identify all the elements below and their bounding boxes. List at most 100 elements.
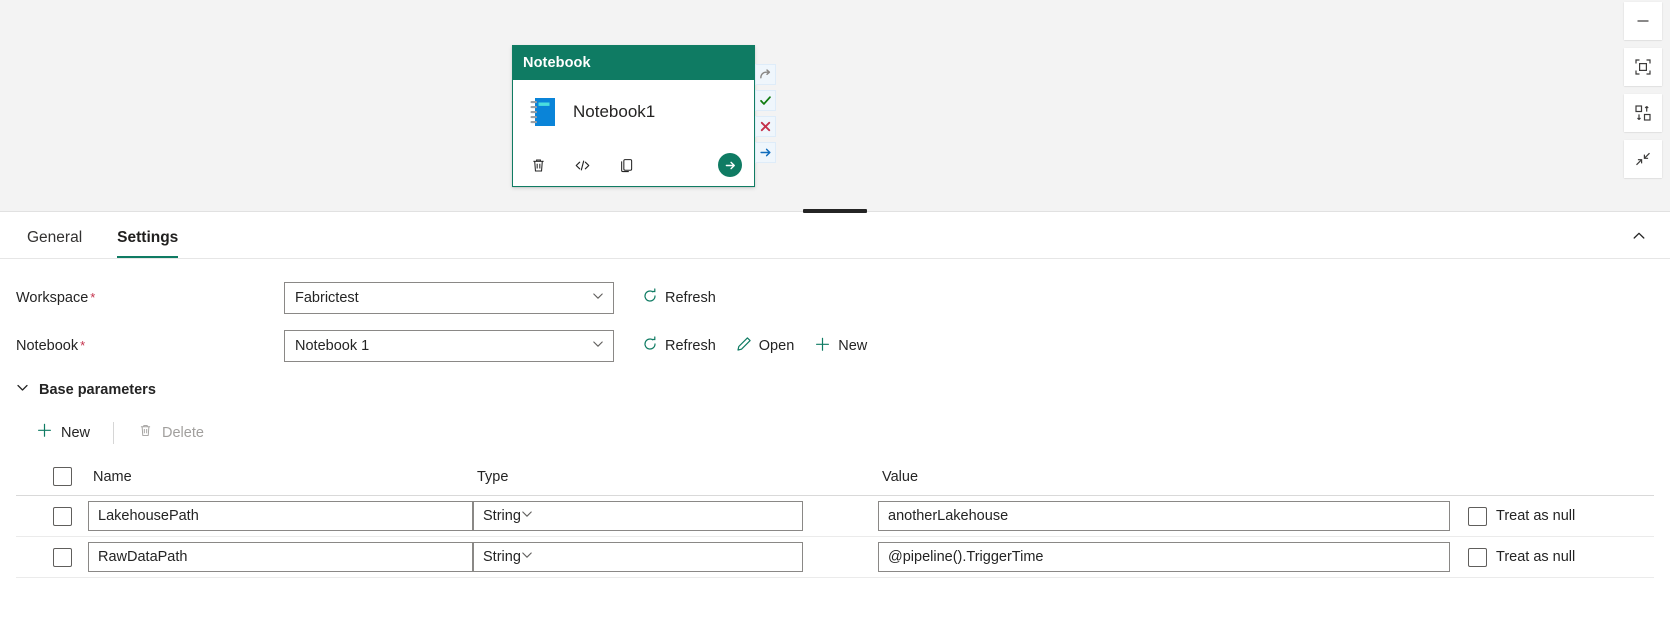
treat-as-null-label: Treat as null	[1496, 508, 1575, 524]
base-parameters-title: Base parameters	[39, 382, 156, 398]
table-row: String Treat as null	[16, 496, 1654, 537]
parameter-type-dropdown[interactable]: String	[473, 542, 803, 572]
row-select-checkbox[interactable]	[53, 507, 72, 526]
pencil-icon	[736, 336, 752, 356]
plus-icon	[814, 336, 831, 357]
refresh-icon	[642, 336, 658, 356]
workspace-label: Workspace*	[16, 290, 284, 306]
activity-type-label: Notebook	[523, 55, 591, 71]
row-null-cell: Treat as null	[1468, 548, 1654, 567]
notebook-icon	[527, 95, 559, 129]
refresh-workspace-label: Refresh	[665, 290, 716, 306]
select-all-checkbox[interactable]	[53, 467, 72, 486]
treat-as-null-checkbox[interactable]	[1468, 507, 1487, 526]
row-null-cell: Treat as null	[1468, 507, 1654, 526]
delete-parameter-label: Delete	[162, 425, 204, 441]
workspace-selected-value: Fabrictest	[295, 290, 359, 306]
treat-as-null-label: Treat as null	[1496, 549, 1575, 565]
base-parameters-table: Name Type Value String	[0, 458, 1670, 578]
workspace-field-row: Workspace* Fabrictest	[16, 281, 1654, 315]
required-marker: *	[90, 290, 95, 305]
chevron-down-icon	[521, 508, 533, 524]
base-parameters-commandbar: New Delete	[0, 399, 1670, 450]
activity-body: Notebook1	[513, 80, 754, 144]
treat-as-null-checkbox[interactable]	[1468, 548, 1487, 567]
notebook-actions: Refresh Open	[634, 331, 875, 362]
row-type-cell: String	[473, 501, 878, 531]
row-type-cell: String	[473, 542, 878, 572]
activity-output-connectors	[755, 64, 776, 163]
required-marker: *	[80, 338, 85, 353]
activity-type-header: Notebook	[513, 46, 754, 80]
base-parameters-section-header[interactable]: Base parameters	[0, 377, 1670, 399]
parameter-type-value: String	[483, 549, 521, 565]
auto-layout-button[interactable]	[1624, 94, 1662, 132]
column-header-value: Value	[878, 468, 1468, 486]
delete-parameter-button[interactable]: Delete	[125, 415, 216, 450]
row-select-checkbox[interactable]	[53, 548, 72, 567]
parameter-type-dropdown[interactable]: String	[473, 501, 803, 531]
column-header-type: Type	[473, 468, 878, 486]
parameter-name-input[interactable]	[88, 501, 473, 531]
refresh-workspace-button[interactable]: Refresh	[634, 283, 724, 313]
row-name-cell	[88, 542, 473, 572]
canvas-toolbar	[1624, 2, 1662, 178]
zoom-out-button[interactable]	[1624, 2, 1662, 40]
notebook-selected-value: Notebook 1	[295, 338, 369, 354]
run-activity-button[interactable]	[718, 153, 742, 177]
parameter-value-input[interactable]	[878, 542, 1450, 572]
table-row: String Treat as null	[16, 537, 1654, 578]
connector-success[interactable]	[755, 90, 776, 111]
new-parameter-button[interactable]: New	[24, 415, 102, 450]
notebook-dropdown[interactable]: Notebook 1	[284, 330, 614, 362]
row-value-cell	[878, 542, 1468, 572]
column-header-name: Name	[88, 468, 473, 486]
zoom-to-fit-button[interactable]	[1624, 48, 1662, 86]
notebook-label-text: Notebook	[16, 338, 78, 354]
plus-icon	[36, 422, 53, 443]
view-code-button[interactable]	[569, 152, 595, 178]
refresh-notebook-button[interactable]: Refresh	[634, 331, 724, 361]
notebook-field-row: Notebook* Notebook 1	[16, 329, 1654, 363]
open-notebook-button[interactable]: Open	[728, 331, 802, 361]
chevron-down-icon	[16, 381, 29, 399]
tab-settings[interactable]: Settings	[106, 229, 189, 258]
notebook-label: Notebook*	[16, 338, 284, 354]
workspace-dropdown[interactable]: Fabrictest	[284, 282, 614, 314]
row-value-cell	[878, 501, 1468, 531]
refresh-notebook-label: Refresh	[665, 338, 716, 354]
activity-properties-panel: General Settings Workspace* Fabrictest	[0, 213, 1670, 628]
row-select-cell	[16, 548, 88, 567]
connector-completion[interactable]	[755, 142, 776, 163]
trash-icon	[137, 422, 154, 443]
row-name-cell	[88, 501, 473, 531]
chevron-down-icon	[521, 549, 533, 565]
table-header-row: Name Type Value	[16, 458, 1654, 496]
chevron-down-icon	[592, 338, 604, 354]
collapse-panel-button[interactable]	[1624, 221, 1654, 251]
tab-general[interactable]: General	[16, 229, 93, 258]
parameter-value-input[interactable]	[878, 501, 1450, 531]
collapse-all-button[interactable]	[1624, 140, 1662, 178]
parameter-type-value: String	[483, 508, 521, 524]
new-notebook-label: New	[838, 338, 867, 354]
activity-name-label: Notebook1	[573, 102, 655, 122]
activity-footer-actions	[513, 144, 754, 186]
settings-form: Workspace* Fabrictest	[0, 259, 1670, 363]
pipeline-canvas[interactable]: Notebook Notebook1	[0, 0, 1670, 212]
chevron-down-icon	[592, 290, 604, 306]
open-notebook-label: Open	[759, 338, 794, 354]
clone-activity-button[interactable]	[613, 152, 639, 178]
parameter-name-input[interactable]	[88, 542, 473, 572]
delete-activity-button[interactable]	[525, 152, 551, 178]
connector-skipped[interactable]	[755, 64, 776, 85]
connector-failure[interactable]	[755, 116, 776, 137]
new-notebook-button[interactable]: New	[806, 331, 875, 362]
new-parameter-label: New	[61, 425, 90, 441]
command-separator	[113, 422, 114, 444]
workspace-label-text: Workspace	[16, 290, 88, 306]
chevron-up-icon	[1632, 229, 1646, 243]
row-select-cell	[16, 507, 88, 526]
workspace-actions: Refresh	[634, 283, 724, 313]
notebook-activity-card[interactable]: Notebook Notebook1	[512, 45, 755, 187]
